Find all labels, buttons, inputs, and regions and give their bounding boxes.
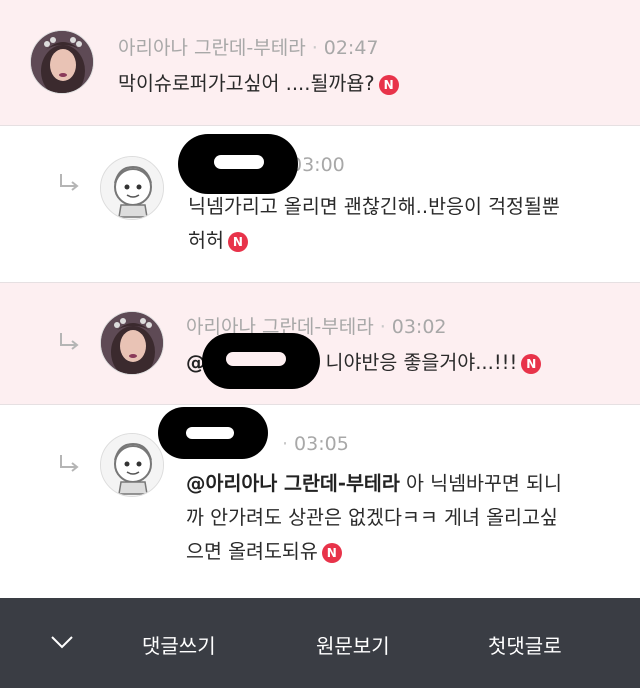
reply-arrow-icon — [60, 333, 79, 350]
comment-text: 막이슈로퍼가고싶어 ....될까욥? N — [118, 67, 399, 101]
comment-meta: · 03:05 — [282, 433, 349, 455]
redaction-mark — [186, 427, 234, 439]
comment-time: 03:02 — [391, 316, 447, 338]
new-badge-icon: N — [321, 543, 342, 563]
write-comment-button[interactable]: 댓글쓰기 — [142, 630, 216, 659]
reply-item: · 03:05 @아리아나 그란데-부테라 아 닉넴바꾸면 되니 까 안가려도 상… — [0, 405, 640, 598]
comment-meta: 03:00 — [290, 154, 345, 176]
comment-text: @아리아나 그란데-부테라 아 닉넴바꾸면 되니 까 안가려도 상관은 없겠다ㅋ… — [186, 467, 636, 569]
view-original-button[interactable]: 원문보기 — [316, 630, 390, 659]
comment-body-line: 아 닉넴바꾸면 되니 — [399, 472, 562, 495]
avatar[interactable] — [100, 433, 164, 497]
reply-arrow-icon — [60, 455, 79, 472]
redaction-mark — [226, 352, 286, 366]
comment-body: 니야반응 좋을거야...!!! — [325, 351, 518, 374]
comment-text: 닉넴가리고 올리면 괜찮긴해..반응이 걱정될뿐 허허 N — [188, 190, 628, 258]
comment-meta: 아리아나 그란데-부테라 · 02:47 — [118, 37, 379, 59]
comment-thread-screen: 아리아나 그란데-부테라 · 02:47 막이슈로퍼가고싶어 ....될까욥? N 0… — [0, 0, 640, 688]
comment-item: 아리아나 그란데-부테라 · 02:47 막이슈로퍼가고싶어 ....될까욥? N — [0, 0, 640, 125]
comment-body-line: 허허 — [188, 229, 224, 252]
reply-arrow-icon — [60, 174, 79, 191]
new-badge-icon: N — [521, 354, 542, 374]
redaction-mark — [214, 155, 264, 169]
new-badge-icon: N — [227, 232, 248, 252]
comment-body-line: 으면 올려도되유 — [186, 540, 318, 563]
comment-time: 02:47 — [323, 37, 379, 59]
avatar[interactable] — [100, 156, 164, 220]
avatar[interactable] — [30, 30, 94, 94]
avatar[interactable] — [100, 311, 164, 375]
comment-body-line: 닉넴가리고 올리면 괜찮긴해..반응이 걱정될뿐 — [188, 195, 560, 218]
chevron-down-icon[interactable] — [50, 632, 74, 652]
new-badge-icon: N — [378, 75, 399, 95]
first-comment-button[interactable]: 첫댓글로 — [488, 630, 562, 659]
reply-item: 03:00 닉넴가리고 올리면 괜찮긴해..반응이 걱정될뿐 허허 N — [0, 126, 640, 282]
mention[interactable]: @아리아나 그란데-부테라 — [186, 472, 400, 495]
author-name[interactable]: 아리아나 그란데-부테라 — [118, 37, 306, 59]
comment-time: 03:05 — [294, 433, 349, 455]
reply-item: 아리아나 그란데-부테라 · 03:02 @ 니야반응 좋을거야...!!! N — [0, 283, 640, 404]
comment-time: 03:00 — [290, 154, 345, 176]
comment-body: 막이슈로퍼가고싶어 ....될까욥? — [118, 72, 375, 95]
bottom-action-bar: 댓글쓰기 원문보기 첫댓글로 — [0, 598, 640, 688]
comment-body-line: 까 안가려도 상관은 없겠다ㅋㅋ 게녀 올리고싶 — [186, 506, 558, 529]
